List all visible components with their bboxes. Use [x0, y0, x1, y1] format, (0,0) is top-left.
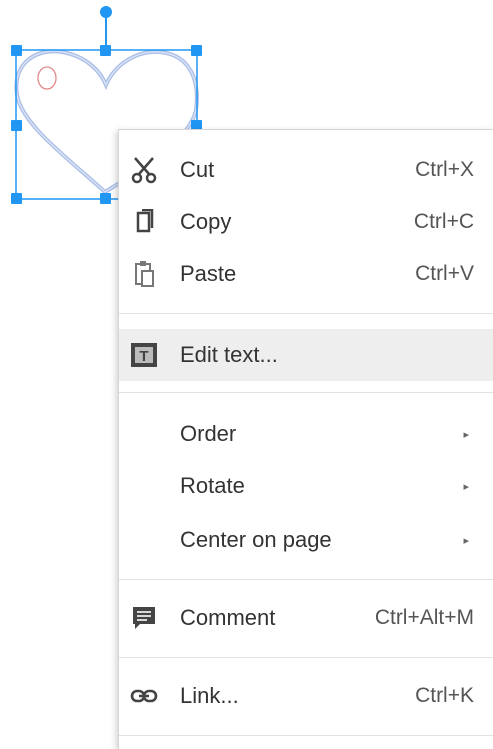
shortcut-copy: Ctrl+C [413, 210, 474, 233]
menu-item-rotate[interactable]: Rotate ▸ [119, 460, 493, 512]
menu-item-link[interactable]: Link... Ctrl+K [119, 670, 493, 722]
menu-separator [119, 579, 493, 580]
menu-separator [119, 735, 493, 736]
menu-item-center-on-page[interactable]: Center on page ▸ [119, 514, 493, 566]
scissors-icon [129, 155, 159, 185]
menu-separator [119, 313, 493, 314]
link-icon [129, 681, 159, 711]
menu-label-edit-text: Edit text... [180, 342, 278, 367]
menu-label-cut: Cut [180, 157, 215, 182]
resize-handle-s[interactable] [100, 193, 111, 204]
shortcut-paste: Ctrl+V [415, 262, 474, 285]
menu-label-link: Link... [180, 683, 239, 708]
submenu-arrow-icon: ▸ [463, 534, 469, 547]
menu-item-comment[interactable]: Comment Ctrl+Alt+M [119, 592, 493, 644]
submenu-arrow-icon: ▸ [463, 428, 469, 441]
submenu-arrow-icon: ▸ [463, 480, 469, 493]
menu-separator [119, 392, 493, 393]
paste-icon [129, 259, 159, 289]
menu-separator [119, 657, 493, 658]
menu-item-edit-text[interactable]: T Edit text... [119, 329, 493, 381]
svg-text:T: T [139, 348, 148, 365]
context-menu: Cut Ctrl+X Copy Ctrl+C Paste Ctrl+V T Ed… [118, 129, 493, 749]
resize-handle-ne[interactable] [191, 45, 202, 56]
menu-item-order[interactable]: Order ▸ [119, 408, 493, 460]
copy-icon [129, 207, 159, 237]
shortcut-cut: Ctrl+X [415, 158, 474, 181]
resize-handle-w[interactable] [11, 120, 22, 131]
menu-label-comment: Comment [180, 605, 276, 630]
resize-handle-sw[interactable] [11, 193, 22, 204]
menu-item-cut[interactable]: Cut Ctrl+X [119, 144, 493, 196]
menu-label-center-on-page: Center on page [180, 527, 332, 552]
cursor-marker [37, 66, 57, 90]
menu-label-copy: Copy [180, 209, 232, 234]
resize-handle-n[interactable] [100, 45, 111, 56]
comment-icon [129, 603, 159, 633]
menu-item-paste[interactable]: Paste Ctrl+V [119, 248, 493, 300]
shortcut-link: Ctrl+K [415, 684, 474, 707]
shortcut-comment: Ctrl+Alt+M [374, 606, 474, 629]
text-box-icon: T [129, 340, 159, 370]
menu-label-order: Order [180, 421, 237, 446]
menu-item-copy[interactable]: Copy Ctrl+C [119, 196, 493, 248]
menu-label-rotate: Rotate [180, 473, 245, 498]
rotation-handle[interactable] [100, 6, 112, 18]
resize-handle-nw[interactable] [11, 45, 22, 56]
menu-label-paste: Paste [180, 261, 237, 286]
